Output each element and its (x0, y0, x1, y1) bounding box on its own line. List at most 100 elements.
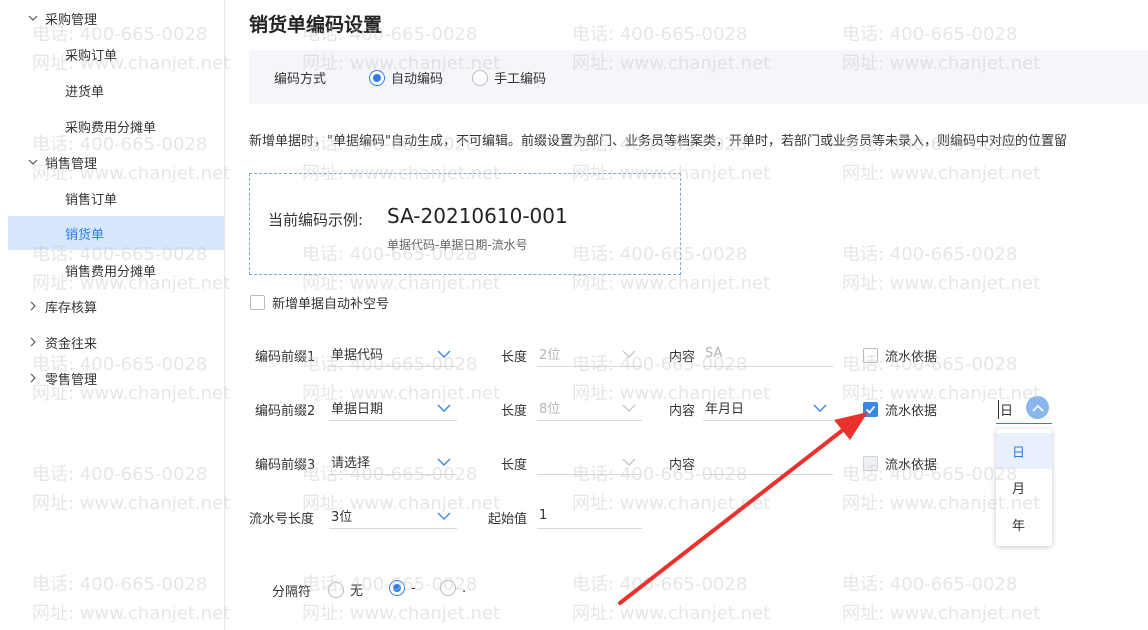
separator-option-dot[interactable]: . (440, 580, 466, 596)
chevron-down-icon (27, 156, 39, 168)
sidebar-item-label: 采购费用分摊单 (65, 120, 157, 136)
input-value: 1 (539, 508, 548, 523)
prefix1-length-select[interactable]: 2位 (537, 341, 642, 367)
prefix1-serial-checkbox[interactable]: 流水依据 (863, 346, 937, 365)
chevron-up-icon[interactable] (1026, 396, 1049, 419)
sidebar-item-sales-delivery[interactable]: 销货单 (8, 216, 224, 250)
start-value-label: 起始值 (488, 512, 528, 527)
serial-length-select[interactable]: 3位 (329, 503, 457, 529)
radio-label: 自动编码 (391, 72, 444, 87)
checkbox-box (863, 456, 878, 471)
nav-group-sales[interactable]: 销售管理 (0, 148, 225, 176)
prefix3-type-select[interactable]: 请选择 (329, 449, 457, 475)
sidebar-item-purchase-order[interactable]: 采购订单 (8, 37, 224, 71)
chevron-right-icon (27, 300, 39, 312)
select-value: 年月日 (705, 402, 745, 417)
checkbox-label: 流水依据 (885, 350, 938, 365)
radio-circle (328, 581, 344, 598)
radio-manual-encoding[interactable]: 手工编码 (472, 68, 546, 87)
prefix2-length-label: 长度 (501, 404, 528, 419)
example-code-box: 当前编码示例: SA-20210610-001 单据代码-单据日期-流水号 (249, 173, 681, 275)
nav-group-label: 采购管理 (45, 12, 98, 28)
dropdown-option-year[interactable]: 年 (996, 506, 1052, 542)
prefix3-content-input[interactable] (703, 449, 833, 475)
chevron-down-icon (437, 510, 451, 520)
prefix3-length-select[interactable] (537, 449, 642, 475)
main-content: 销货单编码设置 编码方式 自动编码 手工编码 新增单据时，"单据编码"自动生成，… (226, 0, 1148, 630)
sidebar-item-label: 销售订单 (65, 192, 118, 208)
radio-label: . (462, 580, 467, 596)
prefix3-content-label: 内容 (669, 458, 696, 473)
prefix1-content-input[interactable]: SA (703, 341, 833, 367)
select-value: 单据日期 (331, 402, 384, 417)
sidebar-item-label: 销售费用分摊单 (65, 264, 157, 280)
nav-group-inventory[interactable]: 库存核算 (0, 292, 225, 320)
chevron-down-icon (27, 12, 39, 24)
description-text: 新增单据时，"单据编码"自动生成，不可编辑。前缀设置为部门、业务员等档案类，开单… (249, 134, 1067, 149)
nav-group-label: 资金往来 (45, 336, 98, 352)
radio-circle (389, 580, 405, 596)
sidebar-item-label: 采购订单 (65, 48, 118, 64)
prefix1-label: 编码前缀1 (255, 350, 316, 365)
nav-group-purchase[interactable]: 采购管理 (0, 4, 225, 32)
prefix2-label: 编码前缀2 (255, 404, 316, 419)
encoding-mode-panel: 编码方式 自动编码 手工编码 (249, 50, 1148, 104)
dropdown-option-day[interactable]: 日 (996, 433, 1052, 469)
chevron-down-icon (437, 456, 451, 466)
dropdown-option-month[interactable]: 月 (996, 469, 1052, 505)
checkbox-box (863, 348, 878, 363)
encoding-mode-label: 编码方式 (274, 72, 327, 87)
separator-label: 分隔符 (272, 585, 312, 600)
radio-circle (440, 580, 456, 596)
prefix2-serial-checkbox[interactable]: 流水依据 (863, 400, 937, 419)
prefix1-content-label: 内容 (669, 350, 696, 365)
serial-cycle-select[interactable]: 日 (996, 394, 1052, 424)
radio-circle (472, 69, 488, 86)
chevron-right-icon (27, 372, 39, 384)
chevron-down-icon (813, 402, 827, 412)
sidebar-item-purchase-receipt[interactable]: 进货单 (8, 73, 224, 107)
prefix3-length-label: 长度 (501, 458, 528, 473)
select-value: 单据代码 (331, 348, 384, 363)
checkbox-label: 新增单据自动补空号 (272, 297, 390, 312)
prefix2-type-select[interactable]: 单据日期 (329, 395, 457, 421)
chevron-down-icon (437, 348, 451, 358)
prefix2-length-select[interactable]: 8位 (537, 395, 642, 421)
nav-group-label: 销售管理 (45, 156, 98, 172)
autofill-gap-checkbox[interactable]: 新增单据自动补空号 (250, 293, 389, 312)
prefix1-type-select[interactable]: 单据代码 (329, 341, 457, 367)
chevron-down-icon (622, 402, 636, 412)
prefix2-content-label: 内容 (669, 404, 696, 419)
chevron-down-icon (437, 402, 451, 412)
sidebar-item-label: 销货单 (65, 227, 105, 243)
sidebar: 采购管理 采购订单 进货单 采购费用分摊单 销售管理 销售订单 销货单 销售费用… (0, 0, 225, 630)
serial-cycle-dropdown: 日 月 年 (996, 429, 1052, 546)
separator-option-none[interactable]: 无 (328, 580, 363, 599)
select-value: 日 (998, 400, 1013, 419)
select-value: 8位 (539, 402, 561, 417)
checkbox-box (250, 295, 265, 310)
chevron-right-icon (27, 336, 39, 348)
radio-auto-encoding[interactable]: 自动编码 (369, 68, 443, 87)
prefix2-content-select[interactable]: 年月日 (703, 395, 833, 421)
separator-option-dash[interactable]: - (389, 580, 416, 596)
radio-label: 无 (350, 584, 364, 599)
select-value: 3位 (331, 510, 353, 525)
nav-group-funds[interactable]: 资金往来 (0, 328, 225, 356)
prefix3-serial-checkbox[interactable]: 流水依据 (863, 454, 937, 473)
sidebar-item-sales-cost[interactable]: 销售费用分摊单 (8, 253, 224, 287)
checkmark-icon (865, 405, 876, 414)
radio-label: - (411, 580, 416, 596)
nav-group-label: 库存核算 (45, 300, 98, 316)
radio-label: 手工编码 (494, 72, 547, 87)
nav-group-retail[interactable]: 零售管理 (0, 364, 225, 392)
checkbox-label: 流水依据 (885, 404, 938, 419)
example-code-structure: 单据代码-单据日期-流水号 (387, 238, 528, 252)
radio-circle (369, 69, 385, 86)
sidebar-item-purchase-cost[interactable]: 采购费用分摊单 (8, 109, 224, 143)
select-value: 请选择 (331, 456, 371, 471)
sidebar-item-sales-order[interactable]: 销售订单 (8, 181, 224, 215)
checkbox-label: 流水依据 (885, 458, 938, 473)
checkbox-box (863, 402, 878, 417)
start-value-input[interactable]: 1 (537, 503, 642, 529)
